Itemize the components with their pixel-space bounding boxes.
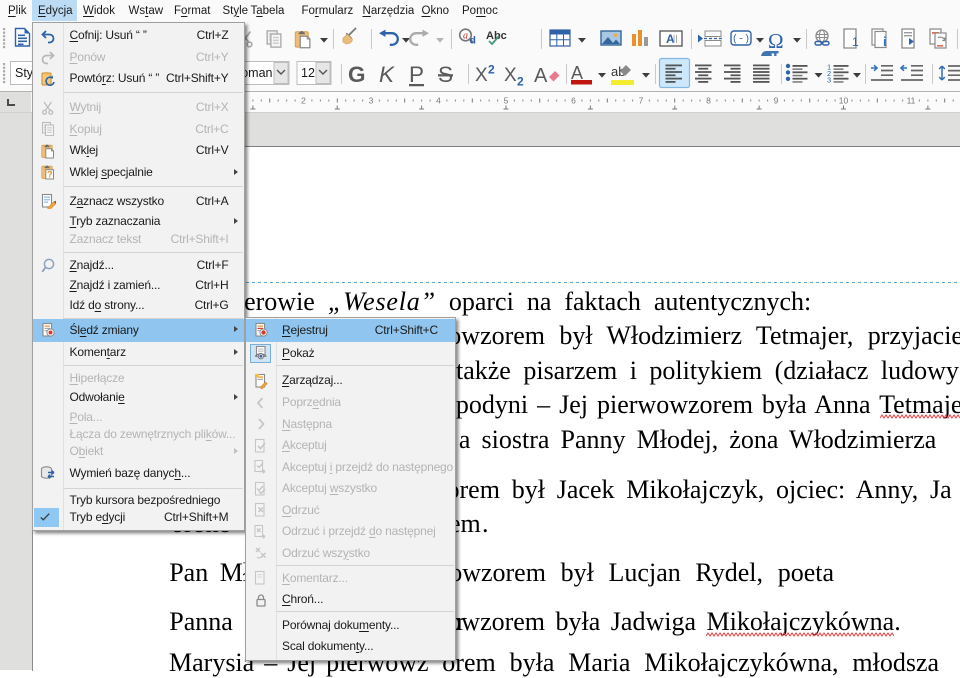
svg-text:2: 2	[488, 63, 495, 77]
svg-text:10: 10	[839, 96, 849, 106]
svg-text:a: a	[463, 31, 468, 42]
svg-text:4: 4	[436, 96, 441, 106]
svg-text:G: G	[348, 62, 366, 87]
svg-text:12: 12	[301, 66, 315, 80]
svg-text:X: X	[475, 65, 488, 86]
svg-text:5: 5	[504, 96, 509, 106]
svg-text:A: A	[534, 65, 548, 87]
svg-text:2: 2	[517, 75, 524, 89]
svg-text:1: 1	[852, 35, 859, 49]
svg-text:8: 8	[706, 96, 711, 106]
svg-text:9: 9	[774, 96, 779, 106]
svg-text:(-): (-)	[732, 34, 750, 46]
svg-text:Times New Roman: Times New Roman	[240, 66, 273, 80]
svg-text:P: P	[409, 62, 424, 87]
svg-text:7: 7	[639, 96, 644, 106]
svg-text:3: 3	[827, 75, 831, 84]
svg-text:Ω: Ω	[768, 29, 784, 53]
svg-text:S: S	[438, 62, 453, 87]
svg-text:11: 11	[907, 96, 916, 106]
svg-text:?: ?	[47, 170, 53, 181]
svg-text:6: 6	[571, 96, 576, 106]
svg-text:2: 2	[301, 96, 306, 106]
svg-text:3: 3	[369, 96, 374, 106]
svg-text:d: d	[470, 35, 476, 47]
svg-text:X: X	[504, 65, 517, 86]
svg-text:i: i	[883, 34, 887, 49]
svg-text:K: K	[379, 62, 395, 87]
